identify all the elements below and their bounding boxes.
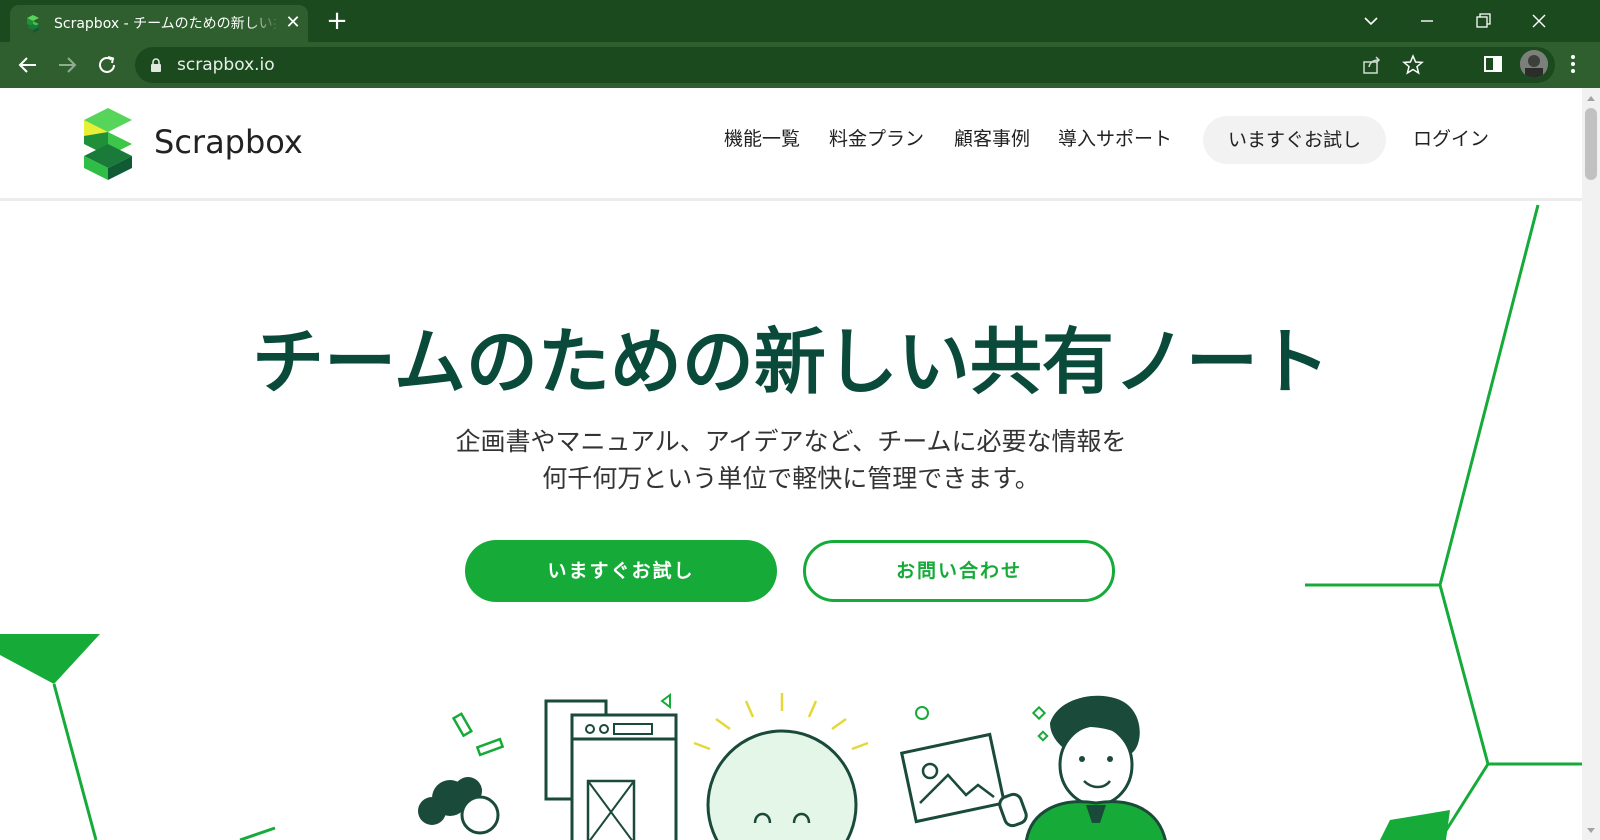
lock-icon[interactable] xyxy=(149,57,163,73)
url-text[interactable]: scrapbox.io xyxy=(177,55,275,75)
close-icon[interactable]: ✕ xyxy=(282,12,304,34)
nav-link-features[interactable]: 機能一覧 xyxy=(724,126,800,152)
hero-title: チームのための新しい共有ノート xyxy=(252,320,1330,404)
hero-subtitle-line2: 何千何万という単位で軽快に管理できます。 xyxy=(542,464,1040,493)
browser-titlebar: Scrapbox - チームのための新しい共有ノート ✕ + xyxy=(0,0,1600,42)
try-now-button[interactable]: いますぐお試し xyxy=(465,540,777,602)
tab-title-fade xyxy=(246,13,280,35)
star-icon[interactable] xyxy=(1401,53,1425,77)
scroll-up-arrow-icon[interactable] xyxy=(1587,96,1595,101)
hero-illustration xyxy=(418,693,1167,840)
login-link[interactable]: ログイン xyxy=(1413,126,1489,152)
scrapbox-logo-icon[interactable] xyxy=(84,108,132,180)
avatar-photo xyxy=(1520,50,1548,78)
scroll-down-arrow-icon[interactable] xyxy=(1587,828,1595,833)
address-bar[interactable]: scrapbox.io xyxy=(135,47,1555,83)
page-scrollbar[interactable] xyxy=(1582,88,1600,840)
page-viewport: Scrapbox 機能一覧 料金プラン 顧客事例 導入サポート いますぐお試し … xyxy=(0,88,1582,840)
hero-subtitle-line1: 企画書やマニュアル、アイデアなど、チームに必要な情報を xyxy=(455,427,1127,456)
chevron-down-icon[interactable] xyxy=(1356,6,1386,36)
reload-icon[interactable] xyxy=(92,50,122,80)
header-try-now-button[interactable]: いますぐお試し xyxy=(1203,116,1386,164)
browser-tab[interactable]: Scrapbox - チームのための新しい共有ノート ✕ xyxy=(10,5,308,42)
browser-toolbar: scrapbox.io xyxy=(0,42,1600,88)
kebab-menu-icon[interactable] xyxy=(1561,52,1585,76)
window-close-icon[interactable] xyxy=(1524,6,1554,36)
nav-link-pricing[interactable]: 料金プラン xyxy=(829,126,924,152)
scrollbar-thumb[interactable] xyxy=(1585,108,1597,180)
avatar[interactable] xyxy=(1520,50,1548,78)
nav-link-case-studies[interactable]: 顧客事例 xyxy=(954,126,1030,152)
restore-icon[interactable] xyxy=(1468,6,1498,36)
forward-arrow-icon[interactable] xyxy=(52,50,82,80)
contact-button[interactable]: お問い合わせ xyxy=(803,540,1115,602)
side-panel-icon[interactable] xyxy=(1481,52,1505,76)
nav-link-onboarding-support[interactable]: 導入サポート xyxy=(1058,126,1172,152)
back-arrow-icon[interactable] xyxy=(13,50,43,80)
site-header: Scrapbox 機能一覧 料金プラン 顧客事例 導入サポート いますぐお試し … xyxy=(0,88,1582,201)
scrapbox-favicon-icon xyxy=(27,15,39,33)
logo-text[interactable]: Scrapbox xyxy=(154,122,303,162)
tab-title: Scrapbox - チームのための新しい共有ノート xyxy=(54,16,276,32)
minimize-icon[interactable] xyxy=(1412,6,1442,36)
share-icon[interactable] xyxy=(1360,53,1384,77)
plus-icon[interactable]: + xyxy=(322,7,352,37)
